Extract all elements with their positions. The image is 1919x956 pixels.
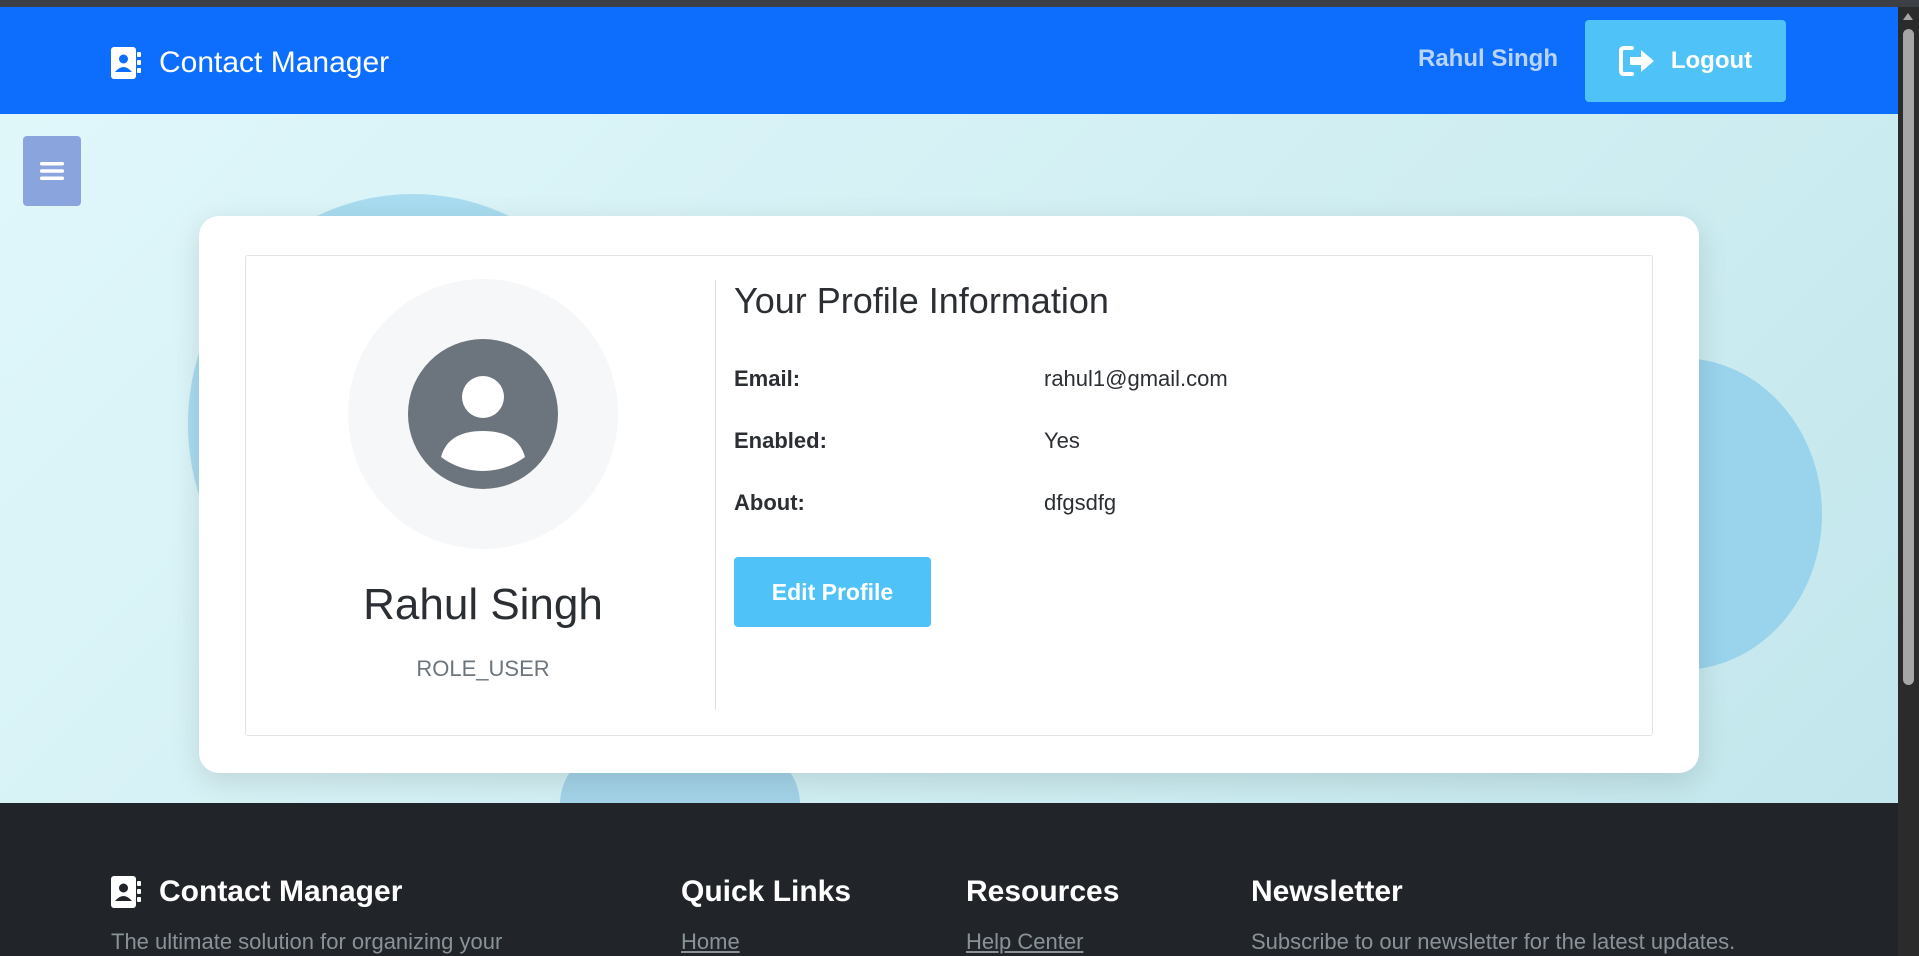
- sign-out-icon: [1618, 46, 1654, 76]
- logout-label: Logout: [1670, 47, 1753, 74]
- footer-quick-links-column: Quick Links Home: [681, 875, 851, 955]
- logout-button[interactable]: Logout: [1585, 20, 1786, 102]
- footer-brand-column: Contact Manager The ultimate solution fo…: [111, 875, 502, 955]
- field-value: rahul1@gmail.com: [1044, 366, 1228, 391]
- edit-profile-button[interactable]: Edit Profile: [734, 557, 931, 627]
- field-label: Enabled:: [734, 428, 827, 453]
- footer-resources-column: Resources Help Center: [966, 875, 1119, 955]
- address-book-icon: [111, 876, 141, 908]
- navbar-user-name[interactable]: Rahul Singh: [1418, 45, 1558, 73]
- brand-label: Contact Manager: [159, 46, 390, 79]
- page-scrollbar[interactable]: [1898, 7, 1919, 956]
- field-label: About:: [734, 490, 805, 515]
- footer-brand: Contact Manager: [111, 875, 502, 909]
- field-value: dfgsdfg: [1044, 490, 1117, 515]
- footer: Contact Manager The ultimate solution fo…: [0, 803, 1898, 956]
- scroll-up-arrow-icon[interactable]: [1903, 13, 1913, 20]
- main-content: Rahul Singh ROLE_USER Your Profile Infor…: [0, 114, 1898, 803]
- footer-resources-title: Resources: [966, 875, 1120, 908]
- footer-brand-text: The ultimate solution for organizing you…: [111, 929, 503, 954]
- footer-quick-links-title: Quick Links: [681, 875, 852, 908]
- profile-role: ROLE_USER: [416, 656, 550, 681]
- scrollbar-thumb[interactable]: [1903, 29, 1914, 685]
- avatar: [348, 279, 618, 549]
- profile-card: Rahul Singh ROLE_USER Your Profile Infor…: [199, 216, 1699, 773]
- sidebar-toggle-button[interactable]: [23, 136, 81, 206]
- vertical-divider: [715, 280, 716, 710]
- profile-name: Rahul Singh: [363, 580, 603, 629]
- navbar-brand[interactable]: Contact Manager: [111, 43, 389, 83]
- hamburger-menu-icon: [40, 162, 64, 180]
- profile-info-title: Your Profile Information: [734, 280, 1109, 321]
- footer-brand-label: Contact Manager: [159, 875, 403, 908]
- profile-card-body: Rahul Singh ROLE_USER Your Profile Infor…: [245, 255, 1653, 736]
- window-top-strip: [0, 0, 1919, 7]
- user-circle-icon: [408, 339, 558, 489]
- field-value: Yes: [1044, 428, 1080, 453]
- footer-newsletter-column: Newsletter Subscribe to our newsletter f…: [1251, 875, 1735, 955]
- footer-link-help-center[interactable]: Help Center: [966, 929, 1119, 955]
- address-book-icon: [111, 47, 141, 79]
- navbar: Contact Manager Rahul Singh Logout: [0, 7, 1898, 114]
- field-label: Email:: [734, 366, 801, 391]
- footer-link-home[interactable]: Home: [681, 929, 851, 955]
- footer-newsletter-title: Newsletter: [1251, 875, 1403, 908]
- footer-newsletter-text: Subscribe to our newsletter for the late…: [1251, 929, 1736, 954]
